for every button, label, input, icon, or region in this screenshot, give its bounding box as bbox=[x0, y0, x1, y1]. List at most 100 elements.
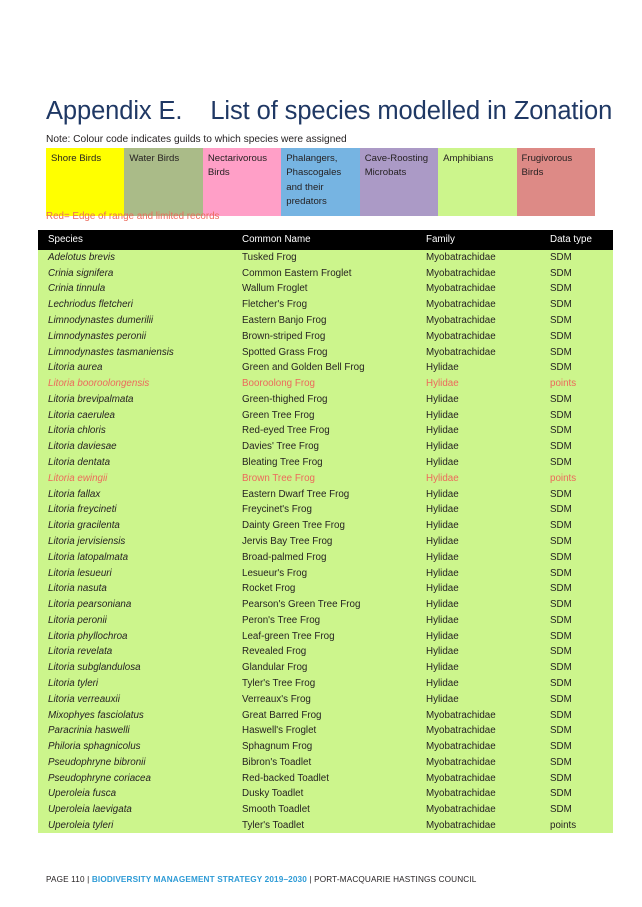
page-footer: PAGE 110 | BIODIVERSITY MANAGEMENT STRAT… bbox=[46, 874, 476, 885]
table-row: Litoria booroolongensis Booroolong Frog Hy… bbox=[38, 375, 613, 392]
cell-data-type: SDM bbox=[548, 659, 613, 676]
table-row: Lechriodus fletcheri Fletcher's Frog Myoba… bbox=[38, 296, 613, 313]
table-row: Litoria verreauxii Verreaux's Frog Hylidae… bbox=[38, 691, 613, 708]
cell-common-name: Eastern Dwarf Tree Frog bbox=[240, 486, 424, 502]
cell-family: Hylidae bbox=[424, 454, 548, 471]
table-row: Crinia signifera Common Eastern Froglet My… bbox=[38, 265, 613, 282]
cell-family: Hylidae bbox=[424, 407, 548, 424]
legend-cell-label: Amphibians bbox=[443, 153, 494, 164]
cell-data-type: SDM bbox=[548, 407, 613, 424]
cell-common-name: Brown-striped Frog bbox=[240, 328, 424, 345]
cell-species: Litoria jervisiensis bbox=[38, 533, 240, 550]
cell-species: Mixophyes fasciolatus bbox=[38, 707, 240, 723]
species-table: Species Common Name Family Data type Ade… bbox=[38, 230, 613, 834]
cell-data-type: SDM bbox=[548, 423, 613, 439]
cell-data-type: points bbox=[548, 375, 613, 392]
table-row: Litoria brevipalmata Green-thighed Frog Hy… bbox=[38, 391, 613, 408]
cell-common-name: Revealed Frog bbox=[240, 644, 424, 660]
table-row: Litoria daviesae Davies' Tree Frog Hylidae… bbox=[38, 438, 613, 455]
cell-common-name: Brown Tree Frog bbox=[240, 470, 424, 487]
cell-family: Myobatrachidae bbox=[424, 296, 548, 313]
cell-family: Myobatrachidae bbox=[424, 312, 548, 329]
table-row: Litoria chloris Red-eyed Tree Frog Hylidae… bbox=[38, 423, 613, 439]
cell-family: Hylidae bbox=[424, 565, 548, 581]
cell-species: Litoria subglandulosa bbox=[38, 659, 240, 676]
cell-species: Litoria phyllochroa bbox=[38, 628, 240, 645]
column-header-species: Species bbox=[38, 230, 240, 250]
table-row: Mixophyes fasciolatus Great Barred Frog My… bbox=[38, 707, 613, 723]
cell-species: Philoria sphagnicolus bbox=[38, 738, 240, 755]
legend-cell: Frugivorous Birds bbox=[516, 148, 595, 216]
cell-data-type: SDM bbox=[548, 722, 613, 739]
cell-species: Litoria aurea bbox=[38, 359, 240, 376]
cell-species: Litoria freycineti bbox=[38, 502, 240, 518]
table-row: Pseudophryne bibronii Bibron's Toadlet Myo… bbox=[38, 754, 613, 771]
table-header-row: Species Common Name Family Data type bbox=[38, 230, 613, 250]
cell-data-type: SDM bbox=[548, 454, 613, 471]
cell-common-name: Fletcher's Frog bbox=[240, 296, 424, 313]
cell-species: Litoria ewingii bbox=[38, 470, 240, 487]
cell-data-type: SDM bbox=[548, 438, 613, 455]
cell-species: Paracrinia haswelli bbox=[38, 722, 240, 739]
legend-cell: Phalangers, Phascogales and their predat… bbox=[281, 148, 360, 216]
red-legend-note: Red= Edge of range and limited records bbox=[46, 211, 220, 222]
cell-common-name: Broad-palmed Frog bbox=[240, 549, 424, 566]
legend-cell: Cave-Roosting Microbats bbox=[359, 148, 439, 216]
cell-data-type: SDM bbox=[548, 502, 613, 518]
table-row: Uperoleia tyleri Tyler's Toadlet Myobatrac… bbox=[38, 817, 613, 834]
table-row: Limnodynastes tasmaniensis Spotted Grass … bbox=[38, 344, 613, 360]
document-page: Appendix E. List of species modelled in … bbox=[0, 0, 642, 907]
cell-family: Myobatrachidae bbox=[424, 328, 548, 345]
cell-species: Litoria brevipalmata bbox=[38, 391, 240, 408]
cell-family: Hylidae bbox=[424, 612, 548, 629]
cell-data-type: SDM bbox=[548, 691, 613, 708]
cell-common-name: Glandular Frog bbox=[240, 659, 424, 676]
cell-data-type: SDM bbox=[548, 359, 613, 376]
table-row: Litoria caerulea Green Tree Frog Hylidae SD… bbox=[38, 407, 613, 424]
cell-family: Myobatrachidae bbox=[424, 754, 548, 771]
footer-separator-2: | bbox=[309, 875, 312, 884]
cell-common-name: Lesueur's Frog bbox=[240, 565, 424, 581]
cell-common-name: Haswell's Froglet bbox=[240, 722, 424, 739]
column-header-common-name: Common Name bbox=[240, 230, 424, 250]
cell-common-name: Bleating Tree Frog bbox=[240, 454, 424, 471]
cell-data-type: SDM bbox=[548, 628, 613, 645]
cell-common-name: Freycinet's Frog bbox=[240, 502, 424, 518]
cell-family: Myobatrachidae bbox=[424, 344, 548, 360]
cell-common-name: Red-eyed Tree Frog bbox=[240, 423, 424, 439]
table-row: Litoria dentata Bleating Tree Frog Hylidae… bbox=[38, 454, 613, 471]
legend-cell-label: Water Birds bbox=[129, 153, 180, 164]
cell-family: Hylidae bbox=[424, 438, 548, 455]
column-header-family: Family bbox=[424, 230, 548, 250]
cell-family: Myobatrachidae bbox=[424, 265, 548, 282]
cell-family: Hylidae bbox=[424, 391, 548, 408]
cell-family: Hylidae bbox=[424, 596, 548, 613]
cell-family: Hylidae bbox=[424, 359, 548, 376]
cell-common-name: Spotted Grass Frog bbox=[240, 344, 424, 360]
legend-cell: Water Birds bbox=[124, 148, 203, 216]
table-row: Litoria revelata Revealed Frog Hylidae SDM bbox=[38, 644, 613, 660]
table-row: Crinia tinnula Wallum Froglet Myobatrachid… bbox=[38, 281, 613, 297]
cell-data-type: SDM bbox=[548, 312, 613, 329]
cell-species: Litoria peronii bbox=[38, 612, 240, 629]
cell-data-type: SDM bbox=[548, 644, 613, 660]
cell-common-name: Booroolong Frog bbox=[240, 375, 424, 392]
table-row: Litoria gracilenta Dainty Green Tree Frog… bbox=[38, 517, 613, 534]
cell-species: Uperoleia laevigata bbox=[38, 801, 240, 818]
cell-data-type: SDM bbox=[548, 391, 613, 408]
cell-common-name: Green Tree Frog bbox=[240, 407, 424, 424]
cell-species: Litoria caerulea bbox=[38, 407, 240, 424]
cell-data-type: SDM bbox=[548, 675, 613, 692]
cell-data-type: SDM bbox=[548, 328, 613, 345]
cell-family: Myobatrachidae bbox=[424, 707, 548, 723]
table-row: Litoria subglandulosa Glandular Frog Hylid… bbox=[38, 659, 613, 676]
table-row: Litoria aurea Green and Golden Bell Frog H… bbox=[38, 359, 613, 376]
table-row: Litoria lesueuri Lesueur's Frog Hylidae SDM bbox=[38, 565, 613, 581]
cell-data-type: SDM bbox=[548, 565, 613, 581]
cell-family: Hylidae bbox=[424, 533, 548, 550]
cell-data-type: SDM bbox=[548, 517, 613, 534]
cell-data-type: SDM bbox=[548, 486, 613, 502]
cell-common-name: Wallum Froglet bbox=[240, 281, 424, 297]
cell-family: Hylidae bbox=[424, 470, 548, 487]
cell-species: Pseudophryne bibronii bbox=[38, 754, 240, 771]
